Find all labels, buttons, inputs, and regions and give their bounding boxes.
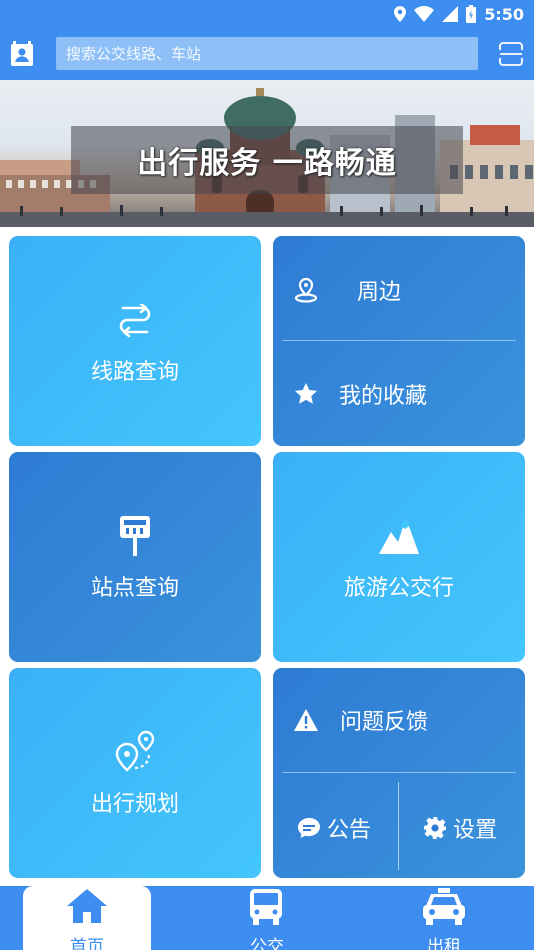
nearby-pin-icon [294, 277, 318, 303]
chat-bubble-icon [298, 818, 320, 838]
signal-icon [442, 6, 459, 22]
warning-icon [294, 709, 318, 731]
tab-taxi[interactable]: 出租 [380, 886, 508, 950]
feedback-label: 问题反馈 [340, 710, 429, 735]
tab-bus-label: 公交 [250, 937, 284, 950]
battery-icon [466, 5, 477, 23]
status-time: 5:50 [484, 4, 524, 24]
banner-slogan: 出行服务 一路畅通 [137, 146, 397, 181]
top-bar: 搜索公交线路、车站 [0, 28, 534, 80]
search-input[interactable]: 搜索公交线路、车站 [56, 37, 478, 70]
station-query-tile[interactable]: 站点查询 [9, 452, 261, 662]
tab-home-label: 首页 [70, 937, 104, 950]
nearby-label: 周边 [357, 280, 402, 305]
route-query-label: 线路查询 [90, 360, 179, 385]
location-icon [394, 6, 407, 22]
tile-divider [282, 340, 516, 341]
station-query-label: 站点查询 [90, 576, 179, 601]
taxi-icon [423, 888, 465, 925]
nearby-item[interactable]: 周边 [273, 266, 525, 314]
notice-label: 公告 [327, 818, 372, 843]
settings-item[interactable]: 设置 [399, 804, 525, 852]
bus-icon [250, 889, 282, 925]
favorites-item[interactable]: 我的收藏 [273, 370, 525, 418]
tab-home[interactable]: 首页 [23, 886, 151, 950]
trip-plan-label: 出行规划 [90, 792, 179, 817]
nearby-favorites-tile: 周边 我的收藏 [273, 236, 525, 446]
favorites-label: 我的收藏 [339, 384, 428, 409]
scan-icon[interactable] [499, 42, 523, 66]
tab-bus[interactable]: 公交 [203, 886, 331, 950]
bottom-tab-bar: 首页 公交 出租 [0, 886, 534, 950]
tab-taxi-label: 出租 [427, 937, 461, 950]
star-icon [295, 383, 317, 404]
bus-stop-sign-icon [120, 516, 150, 556]
feedback-notice-settings-tile: 问题反馈 公告 设置 [273, 668, 525, 878]
gear-icon [424, 817, 446, 839]
trip-plan-tile[interactable]: 出行规划 [9, 668, 261, 878]
search-placeholder: 搜索公交线路、车站 [66, 45, 202, 63]
settings-label: 设置 [453, 818, 498, 843]
tourism-label: 旅游公交行 [343, 576, 454, 601]
route-icon [119, 304, 151, 338]
trip-map-pins-icon [115, 730, 155, 772]
tile-divider [282, 772, 516, 773]
home-icon [67, 889, 107, 923]
wifi-icon [414, 6, 435, 22]
contacts-icon[interactable] [10, 41, 34, 67]
status-bar: 5:50 [0, 0, 534, 28]
tourism-tile[interactable]: 旅游公交行 [273, 452, 525, 662]
route-query-tile[interactable]: 线路查询 [9, 236, 261, 446]
feedback-item[interactable]: 问题反馈 [273, 696, 525, 744]
banner-carousel[interactable]: 出行服务 一路畅通 [0, 80, 534, 227]
notice-item[interactable]: 公告 [273, 804, 398, 852]
mountain-icon [379, 518, 419, 554]
